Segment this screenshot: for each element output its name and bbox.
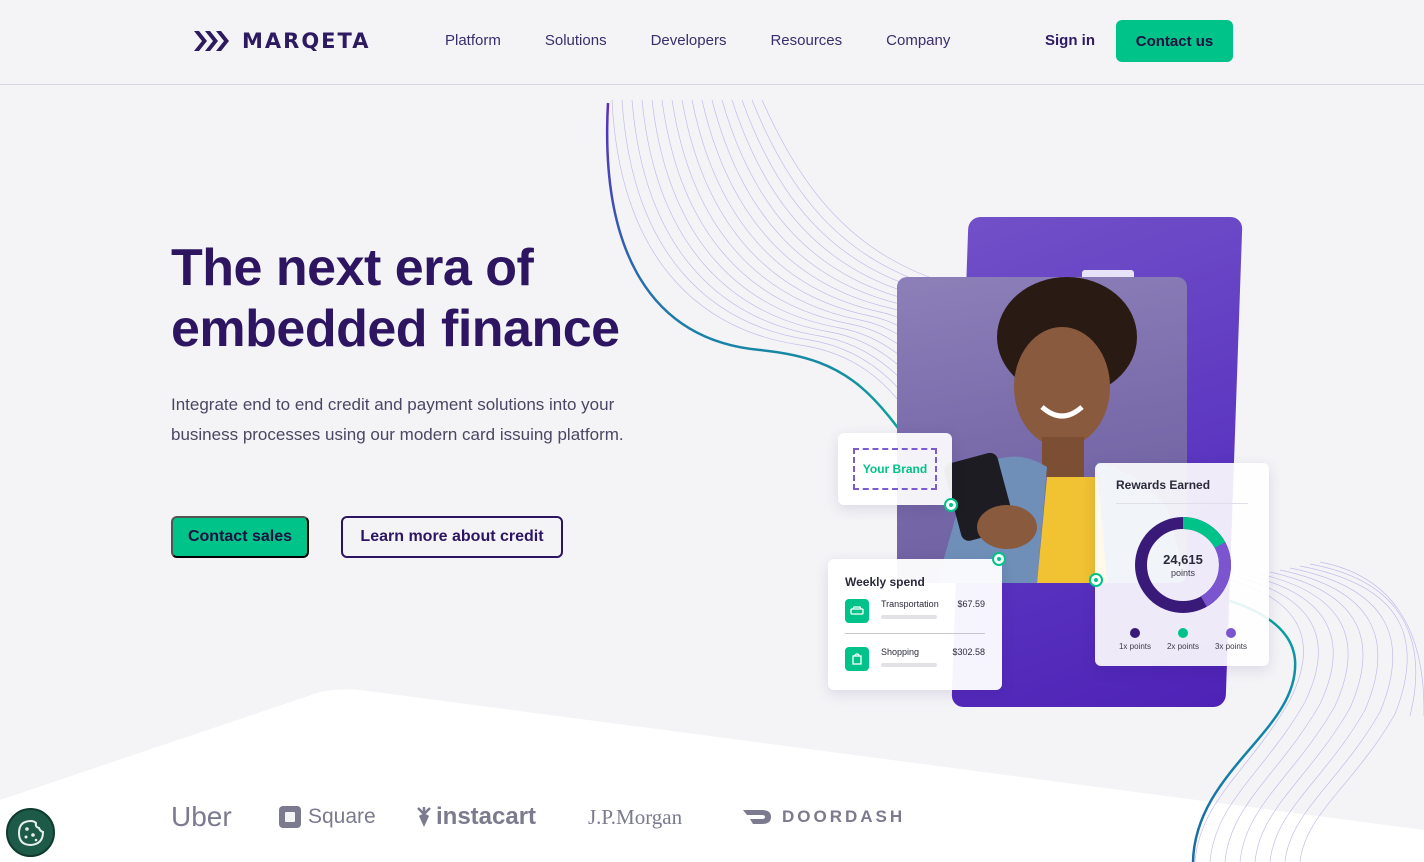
- nav-developers[interactable]: Developers: [651, 32, 727, 49]
- rewards-points-value: 24,615: [1163, 552, 1203, 567]
- spend-bar: [881, 663, 937, 667]
- nav-company[interactable]: Company: [886, 32, 950, 49]
- hero-headline: The next era of embedded finance: [171, 238, 691, 360]
- carrot-icon: [417, 807, 431, 827]
- square-logo-icon: [279, 806, 301, 828]
- sign-in-link[interactable]: Sign in: [1045, 32, 1095, 49]
- rewards-points-unit: points: [1170, 568, 1196, 578]
- rewards-earned-card: Rewards Earned 24,615 points 1x points 2…: [1095, 463, 1269, 666]
- legend-label: 3x points: [1214, 642, 1248, 651]
- divider: [845, 633, 985, 634]
- legend-1x: 1x points: [1110, 628, 1160, 651]
- car-icon: [845, 599, 869, 623]
- learn-more-credit-button[interactable]: Learn more about credit: [341, 516, 563, 558]
- cookie-icon: [17, 819, 44, 846]
- spend-row-shopping: Shopping $302.58: [845, 647, 985, 673]
- headline-line-1: The next era of: [171, 239, 534, 297]
- logo-doordash: DOORDASH: [742, 790, 905, 844]
- contact-us-button[interactable]: Contact us: [1116, 20, 1233, 62]
- spend-value: $67.59: [957, 599, 985, 609]
- spend-label: Transportation: [881, 599, 939, 609]
- doordash-label: DOORDASH: [782, 807, 906, 826]
- main-nav: Platform Solutions Developers Resources …: [445, 32, 950, 49]
- spend-bar: [881, 615, 937, 619]
- square-label: Square: [308, 805, 376, 828]
- nav-platform[interactable]: Platform: [445, 32, 501, 49]
- legend-3x: 3x points: [1206, 628, 1256, 651]
- flow-node: [992, 552, 1006, 566]
- spend-label: Shopping: [881, 647, 920, 657]
- flow-node: [1089, 573, 1103, 587]
- logo-jpmorgan: J.P.Morgan: [588, 804, 683, 829]
- headline-line-2: embedded finance: [171, 300, 620, 358]
- legend-label: 1x points: [1118, 642, 1152, 651]
- weekly-spend-card: Weekly spend Transportation $67.59 Shopp…: [828, 559, 1002, 690]
- legend-2x: 2x points: [1158, 628, 1208, 651]
- divider: [1116, 503, 1248, 504]
- rewards-title: Rewards Earned: [1116, 478, 1211, 492]
- nav-solutions[interactable]: Solutions: [545, 32, 607, 49]
- nav-resources[interactable]: Resources: [770, 32, 842, 49]
- spend-value: $302.58: [952, 647, 985, 657]
- site-header: MARQETA Platform Solutions Developers Re…: [0, 0, 1424, 85]
- logo-square: Square: [278, 790, 376, 844]
- legend-dot: [1226, 628, 1236, 638]
- your-brand-card: Your Brand: [838, 433, 952, 505]
- flow-node: [944, 498, 958, 512]
- instacart-label: instacart: [436, 803, 537, 830]
- cookie-settings-button[interactable]: [6, 808, 55, 857]
- spend-row-transportation: Transportation $67.59: [845, 599, 985, 625]
- weekly-spend-title: Weekly spend: [845, 575, 925, 589]
- legend-dot: [1130, 628, 1140, 638]
- shopping-bag-icon: [845, 647, 869, 671]
- marqeta-logo[interactable]: MARQETA: [192, 29, 370, 53]
- doordash-icon: [743, 810, 771, 824]
- logo-instacart: instacart: [416, 790, 536, 844]
- contact-sales-button[interactable]: Contact sales: [171, 516, 309, 558]
- hero-subtext: Integrate end to end credit and payment …: [171, 395, 624, 444]
- logo-uber: Uber: [171, 801, 232, 832]
- brand-placeholder: Your Brand: [853, 448, 937, 490]
- legend-dot: [1178, 628, 1188, 638]
- customer-logos: Uber Square instacart J.P.Morgan DOORDAS…: [0, 790, 1000, 850]
- brand-name: MARQETA: [242, 29, 371, 53]
- chevrons-logo-icon: [194, 31, 229, 51]
- legend-label: 2x points: [1166, 642, 1200, 651]
